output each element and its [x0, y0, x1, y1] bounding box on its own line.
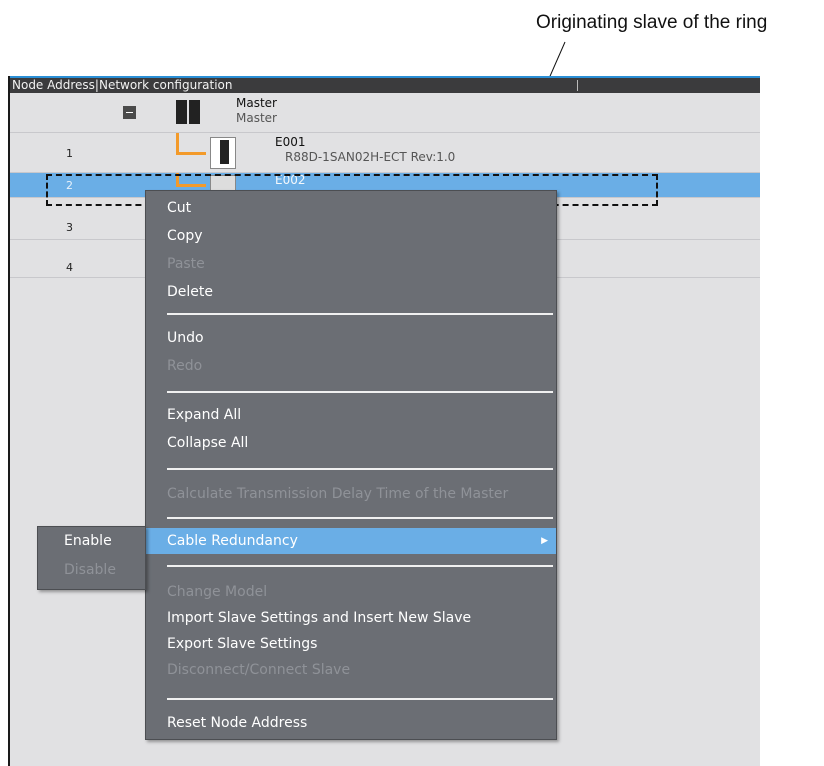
menu-item-disconnect-connect-slave[interactable]: Disconnect/Connect Slave	[146, 658, 556, 682]
menu-separator	[167, 313, 553, 315]
menu-separator	[167, 517, 553, 519]
tree-row-1[interactable]: 1 E001 R88D-1SAN02H-ECT Rev:1.0	[10, 133, 760, 173]
submenu-item-enable[interactable]: Enable	[38, 529, 145, 553]
menu-item-label: Cable Redundancy	[167, 533, 298, 549]
header-label: Node Address|Network configuration	[12, 78, 233, 92]
collapse-icon[interactable]	[123, 106, 136, 119]
menu-item-undo[interactable]: Undo	[146, 326, 556, 350]
menu-separator	[167, 391, 553, 393]
menu-separator	[167, 565, 553, 567]
panel-header: Node Address|Network configuration	[10, 76, 760, 93]
menu-item-redo[interactable]: Redo	[146, 354, 556, 378]
node-model: Master	[236, 111, 277, 125]
menu-item-calculate-delay[interactable]: Calculate Transmission Delay Time of the…	[146, 482, 556, 506]
menu-item-cut[interactable]: Cut	[146, 196, 556, 220]
master-controller-icon	[173, 98, 203, 128]
menu-separator	[167, 468, 553, 470]
submenu-arrow-icon: ▶	[541, 536, 548, 546]
node-model: R88D-1SAN02H-ECT Rev:1.0	[285, 150, 456, 164]
menu-item-cable-redundancy[interactable]: Cable Redundancy ▶	[146, 528, 556, 554]
menu-item-delete[interactable]: Delete	[146, 280, 556, 304]
context-menu: Cut Copy Paste Delete Undo Redo Expand A…	[145, 190, 557, 740]
menu-item-export-slave-settings[interactable]: Export Slave Settings	[146, 632, 556, 656]
menu-item-change-model[interactable]: Change Model	[146, 580, 556, 604]
submenu-item-disable[interactable]: Disable	[38, 558, 145, 582]
header-column-divider[interactable]	[577, 80, 578, 91]
menu-item-collapse-all[interactable]: Collapse All	[146, 431, 556, 455]
menu-item-expand-all[interactable]: Expand All	[146, 403, 556, 427]
node-address: 1	[66, 147, 73, 160]
menu-item-reset-node-address[interactable]: Reset Node Address	[146, 711, 556, 735]
node-name: Master	[236, 96, 277, 110]
menu-item-import-slave-settings[interactable]: Import Slave Settings and Insert New Sla…	[146, 606, 556, 630]
node-address: 4	[66, 261, 73, 274]
node-name: E001	[275, 135, 306, 149]
cable-redundancy-submenu: Enable Disable	[37, 526, 146, 590]
menu-item-copy[interactable]: Copy	[146, 224, 556, 248]
menu-item-paste[interactable]: Paste	[146, 252, 556, 276]
menu-separator	[167, 698, 553, 700]
network-cable	[176, 133, 206, 155]
tree-row-master[interactable]: Master Master	[10, 93, 760, 133]
node-address: 3	[66, 221, 73, 234]
servo-drive-icon	[210, 137, 236, 169]
